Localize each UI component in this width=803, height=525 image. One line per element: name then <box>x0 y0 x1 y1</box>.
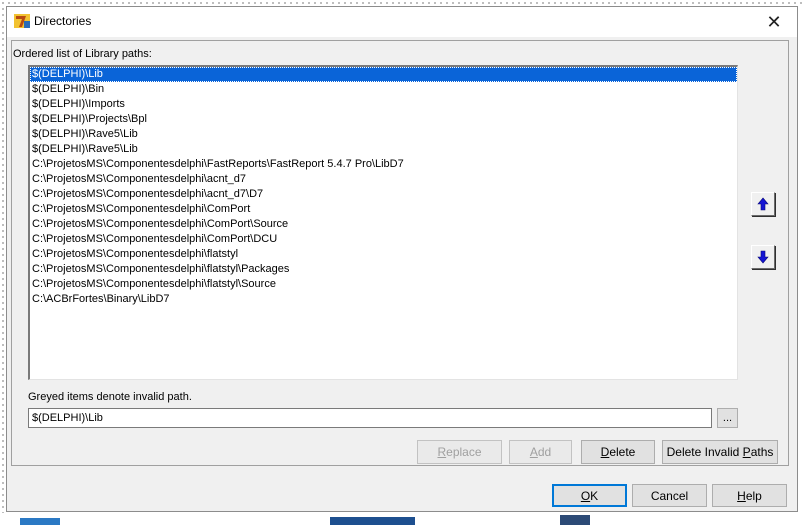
delete-invalid-label-rest: aths <box>750 445 774 459</box>
close-button[interactable]: ✕ <box>751 7 797 37</box>
path-input[interactable] <box>28 408 712 428</box>
list-label: Ordered list of Library paths: <box>13 48 152 60</box>
add-label-rest: dd <box>537 445 552 459</box>
path-list-item[interactable]: $(DELPHI)\Bin <box>30 82 737 97</box>
path-list-item[interactable]: C:\ProjetosMS\Componentesdelphi\ComPort <box>30 202 737 217</box>
path-list-item[interactable]: C:\ProjetosMS\Componentesdelphi\flatstyl… <box>30 277 737 292</box>
library-paths-list[interactable]: $(DELPHI)\Lib $(DELPHI)\Bin $(DELPHI)\Impo… <box>28 65 738 380</box>
replace-mnemonic: R <box>437 445 447 459</box>
delete-invalid-paths-button[interactable]: Delete Invalid Paths <box>662 440 778 464</box>
cancel-button[interactable]: Cancel <box>632 484 707 507</box>
path-list-item[interactable]: C:\ProjetosMS\Componentesdelphi\ComPort\… <box>30 217 737 232</box>
help-mnemonic: H <box>737 488 746 503</box>
ok-label-rest: K <box>590 488 599 503</box>
delete-invalid-mnemonic: P <box>742 445 751 459</box>
desktop-fragment <box>330 517 415 525</box>
move-down-arrow-icon <box>757 250 769 264</box>
delete-invalid-label-start: Delete Invalid <box>666 445 743 459</box>
browse-button[interactable]: ... <box>717 408 738 428</box>
path-list-item[interactable]: $(DELPHI)\Rave5\Lib <box>30 142 737 157</box>
delete-mnemonic: D <box>600 445 610 459</box>
replace-label-rest: eplace <box>446 445 482 459</box>
add-button[interactable]: Add <box>509 440 572 464</box>
ok-mnemonic: O <box>580 488 591 503</box>
delphi-app-icon <box>14 14 30 28</box>
path-list-item[interactable]: $(DELPHI)\Projects\Bpl <box>30 112 737 127</box>
path-list-item[interactable]: C:\ProjetosMS\Componentesdelphi\flatstyl <box>30 247 737 262</box>
path-list-item[interactable]: $(DELPHI)\Rave5\Lib <box>30 127 737 142</box>
delete-label-rest: elete <box>609 445 636 459</box>
help-button[interactable]: Help <box>712 484 787 507</box>
directories-dialog: Directories ✕ Ordered list of Library pa… <box>6 6 798 512</box>
move-up-arrow-icon <box>757 197 769 211</box>
ok-button[interactable]: OK <box>552 484 627 507</box>
path-list-item[interactable]: C:\ProjetosMS\Componentesdelphi\flatstyl… <box>30 262 737 277</box>
add-mnemonic: A <box>529 445 538 459</box>
help-label-rest: elp <box>745 488 762 503</box>
delete-button[interactable]: Delete <box>581 440 655 464</box>
desktop-fragment <box>20 518 60 525</box>
path-list-item[interactable]: C:\ProjetosMS\Componentesdelphi\ComPort\… <box>30 232 737 247</box>
move-up-button[interactable] <box>751 192 775 216</box>
path-list-item[interactable]: C:\ProjetosMS\Componentesdelphi\acnt_d7\… <box>30 187 737 202</box>
window-title: Directories <box>34 14 92 28</box>
move-down-button[interactable] <box>751 245 775 269</box>
path-list-item[interactable]: C:\ACBrFortes\Binary\LibD7 <box>30 292 737 307</box>
close-icon: ✕ <box>766 11 782 32</box>
desktop-fragment <box>560 515 590 525</box>
title-bar[interactable]: Directories ✕ <box>7 7 797 37</box>
replace-button[interactable]: Replace <box>417 440 502 464</box>
path-list-item[interactable]: $(DELPHI)\Lib <box>30 67 737 82</box>
invalid-path-hint: Greyed items denote invalid path. <box>28 391 192 403</box>
desktop-background <box>0 513 803 525</box>
path-list-item[interactable]: C:\ProjetosMS\Componentesdelphi\acnt_d7 <box>30 172 737 187</box>
path-list-item[interactable]: C:\ProjetosMS\Componentesdelphi\FastRepo… <box>30 157 737 172</box>
path-list-item[interactable]: $(DELPHI)\Imports <box>30 97 737 112</box>
